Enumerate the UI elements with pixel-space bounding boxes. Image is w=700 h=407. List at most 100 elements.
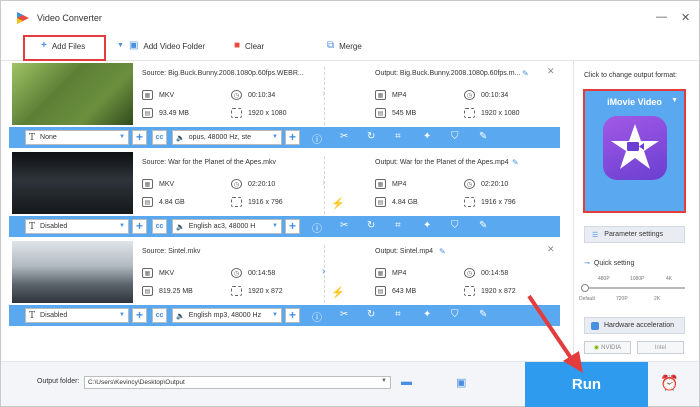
clock-icon: ◷ [231, 179, 242, 189]
alarm-clock-icon[interactable]: ⏰ [660, 374, 679, 392]
merge-button[interactable]: ⧉ Merge [327, 41, 362, 51]
source-size: ▤ 819.25 MB [142, 286, 193, 296]
edit-icon[interactable]: ✎ [479, 131, 487, 142]
output-format-selector[interactable]: iMovie Video ▼ [583, 89, 686, 213]
source-size: ▤ 93.49 MB [142, 108, 189, 118]
bottom-bar: Output folder: C:\Users\Kevincy\Desktop\… [1, 361, 699, 407]
file-size-icon: ▤ [375, 286, 386, 296]
minimize-button[interactable]: — [656, 11, 667, 23]
folder-browse-icon[interactable]: ▣ [456, 376, 466, 389]
output-size: ▤ 545 MB [375, 108, 416, 118]
file-size-icon: ▤ [142, 286, 153, 296]
quality-slider-track[interactable] [585, 287, 685, 289]
watermark-stamp-icon[interactable]: ⛉ [451, 220, 459, 231]
edit-filename-icon[interactable]: ✎ [512, 158, 519, 167]
item-toolbar: T Disabled ▼ + cc 🔈 English ac3, 48000 H ▼ +… [9, 216, 560, 237]
crop-icon[interactable]: ⌗ [395, 220, 401, 231]
video-thumbnail[interactable] [12, 63, 133, 125]
info-icon[interactable]: ⓘ [312, 220, 322, 235]
list-item: Source: War for the Planet of the Apes.m… [9, 150, 560, 239]
add-subtitle-button[interactable]: + [132, 130, 147, 145]
app-logo-icon [17, 12, 29, 24]
effects-wand-icon[interactable]: ✦ [423, 220, 431, 231]
subtitle-icon: T [29, 221, 36, 232]
intel-badge[interactable]: Intel [637, 341, 684, 354]
add-subtitle-button[interactable]: + [132, 308, 147, 323]
subtitle-cc-button[interactable]: cc [152, 219, 167, 234]
effects-wand-icon[interactable]: ✦ [423, 131, 431, 142]
trash-icon: ■ [234, 40, 241, 51]
subtitle-icon: T [29, 132, 36, 143]
edit-icon[interactable]: ✎ [479, 309, 487, 320]
add-subtitle-button[interactable]: + [132, 219, 147, 234]
chevron-down-icon[interactable]: ▼ [381, 378, 387, 384]
resolution-icon [231, 286, 242, 296]
video-thumbnail[interactable] [12, 152, 133, 214]
parameter-settings-button[interactable]: ☰ Parameter settings [584, 226, 685, 243]
list-item: Source: Big.Buck.Bunny.2008.1080p.60fps.… [9, 61, 560, 150]
list-item: Source: Sintel.mkv ▦ MKV ◷ 00:14:58 ▤ 819.2… [9, 239, 560, 328]
output-format-panel: Click to change output format: iMovie Vi… [573, 61, 699, 361]
chevron-down-icon: ▼ [119, 134, 125, 140]
chevron-down-icon: ▼ [272, 312, 278, 318]
hardware-acceleration-label: Hardware acceleration [604, 322, 675, 329]
add-audio-button[interactable]: + [285, 130, 300, 145]
audio-track-select[interactable]: 🔈 English mp3, 48000 Hz ▼ [172, 308, 282, 323]
tick-label: 1080P [630, 276, 645, 282]
rotate-icon[interactable]: ↻ [367, 309, 375, 320]
edit-filename-icon[interactable]: ✎ [522, 69, 529, 78]
nvidia-badge[interactable]: ◉ NVIDIA [584, 341, 631, 354]
chevron-down-icon: ▼ [272, 223, 278, 229]
subtitle-cc-button[interactable]: cc [152, 130, 167, 145]
output-filename: Output: Sintel.mp4 [375, 248, 433, 255]
effects-wand-icon[interactable]: ✦ [423, 309, 431, 320]
resolution-icon [231, 197, 242, 207]
parameter-settings-label: Parameter settings [604, 231, 664, 238]
add-audio-button[interactable]: + [285, 308, 300, 323]
add-video-folder-button[interactable]: ▼ ▣ Add Video Folder [117, 41, 205, 51]
edit-filename-icon[interactable]: ✎ [439, 247, 446, 256]
remove-item-icon[interactable]: ✕ [547, 66, 555, 77]
edit-icon[interactable]: ✎ [479, 220, 487, 231]
speaker-icon: 🔈 [176, 312, 185, 320]
hardware-acceleration-button[interactable]: Hardware acceleration [584, 317, 685, 334]
folder-add-icon: ▣ [128, 40, 139, 51]
watermark-stamp-icon[interactable]: ⛉ [451, 131, 459, 142]
subtitle-cc-button[interactable]: cc [152, 308, 167, 323]
subtitle-select[interactable]: T None ▼ [25, 130, 129, 145]
clear-label: Clear [245, 41, 265, 51]
trim-scissors-icon[interactable]: ✂ [340, 131, 348, 142]
info-icon[interactable]: ⓘ [312, 131, 322, 146]
audio-track-select[interactable]: 🔈 opus, 48000 Hz, ste ▼ [172, 130, 282, 145]
trim-scissors-icon[interactable]: ✂ [340, 220, 348, 231]
crop-icon[interactable]: ⌗ [395, 309, 401, 320]
trim-scissors-icon[interactable]: ✂ [340, 309, 348, 320]
output-folder-input[interactable]: C:\Users\Kevincy\Desktop\Output [84, 376, 391, 389]
format-icon: ▦ [375, 268, 386, 278]
open-folder-icon[interactable]: ▬ [401, 376, 412, 388]
nvidia-logo-icon: ◉ [593, 345, 600, 351]
format-icon: ▦ [142, 179, 153, 189]
rotate-icon[interactable]: ↻ [367, 131, 375, 142]
video-thumbnail[interactable] [12, 241, 133, 303]
crop-icon[interactable]: ⌗ [395, 131, 401, 142]
close-window-button[interactable]: ✕ [681, 11, 690, 24]
output-folder-label: Output folder: [37, 378, 80, 385]
output-filename: Output: Big.Buck.Bunny.2008.1080p.60fps.… [375, 70, 521, 77]
lightning-icon: ⚡ [331, 198, 345, 210]
source-resolution: 1920 x 1080 [231, 108, 287, 118]
info-icon[interactable]: ⓘ [312, 309, 322, 324]
chevron-right-icon: › [322, 88, 326, 99]
add-audio-button[interactable]: + [285, 219, 300, 234]
add-video-folder-label: Add Video Folder [143, 41, 206, 51]
clear-button[interactable]: ■ Clear [234, 41, 264, 51]
watermark-stamp-icon[interactable]: ⛉ [451, 309, 459, 320]
subtitle-select[interactable]: T Disabled ▼ [25, 308, 129, 323]
chevron-down-icon: ▼ [671, 97, 678, 104]
format-icon: ▦ [142, 90, 153, 100]
remove-item-icon[interactable]: ✕ [547, 244, 555, 255]
audio-track-select[interactable]: 🔈 English ac3, 48000 H ▼ [172, 219, 282, 234]
rotate-icon[interactable]: ↻ [367, 220, 375, 231]
subtitle-select[interactable]: T Disabled ▼ [25, 219, 129, 234]
tick-label: 4K [666, 276, 673, 282]
